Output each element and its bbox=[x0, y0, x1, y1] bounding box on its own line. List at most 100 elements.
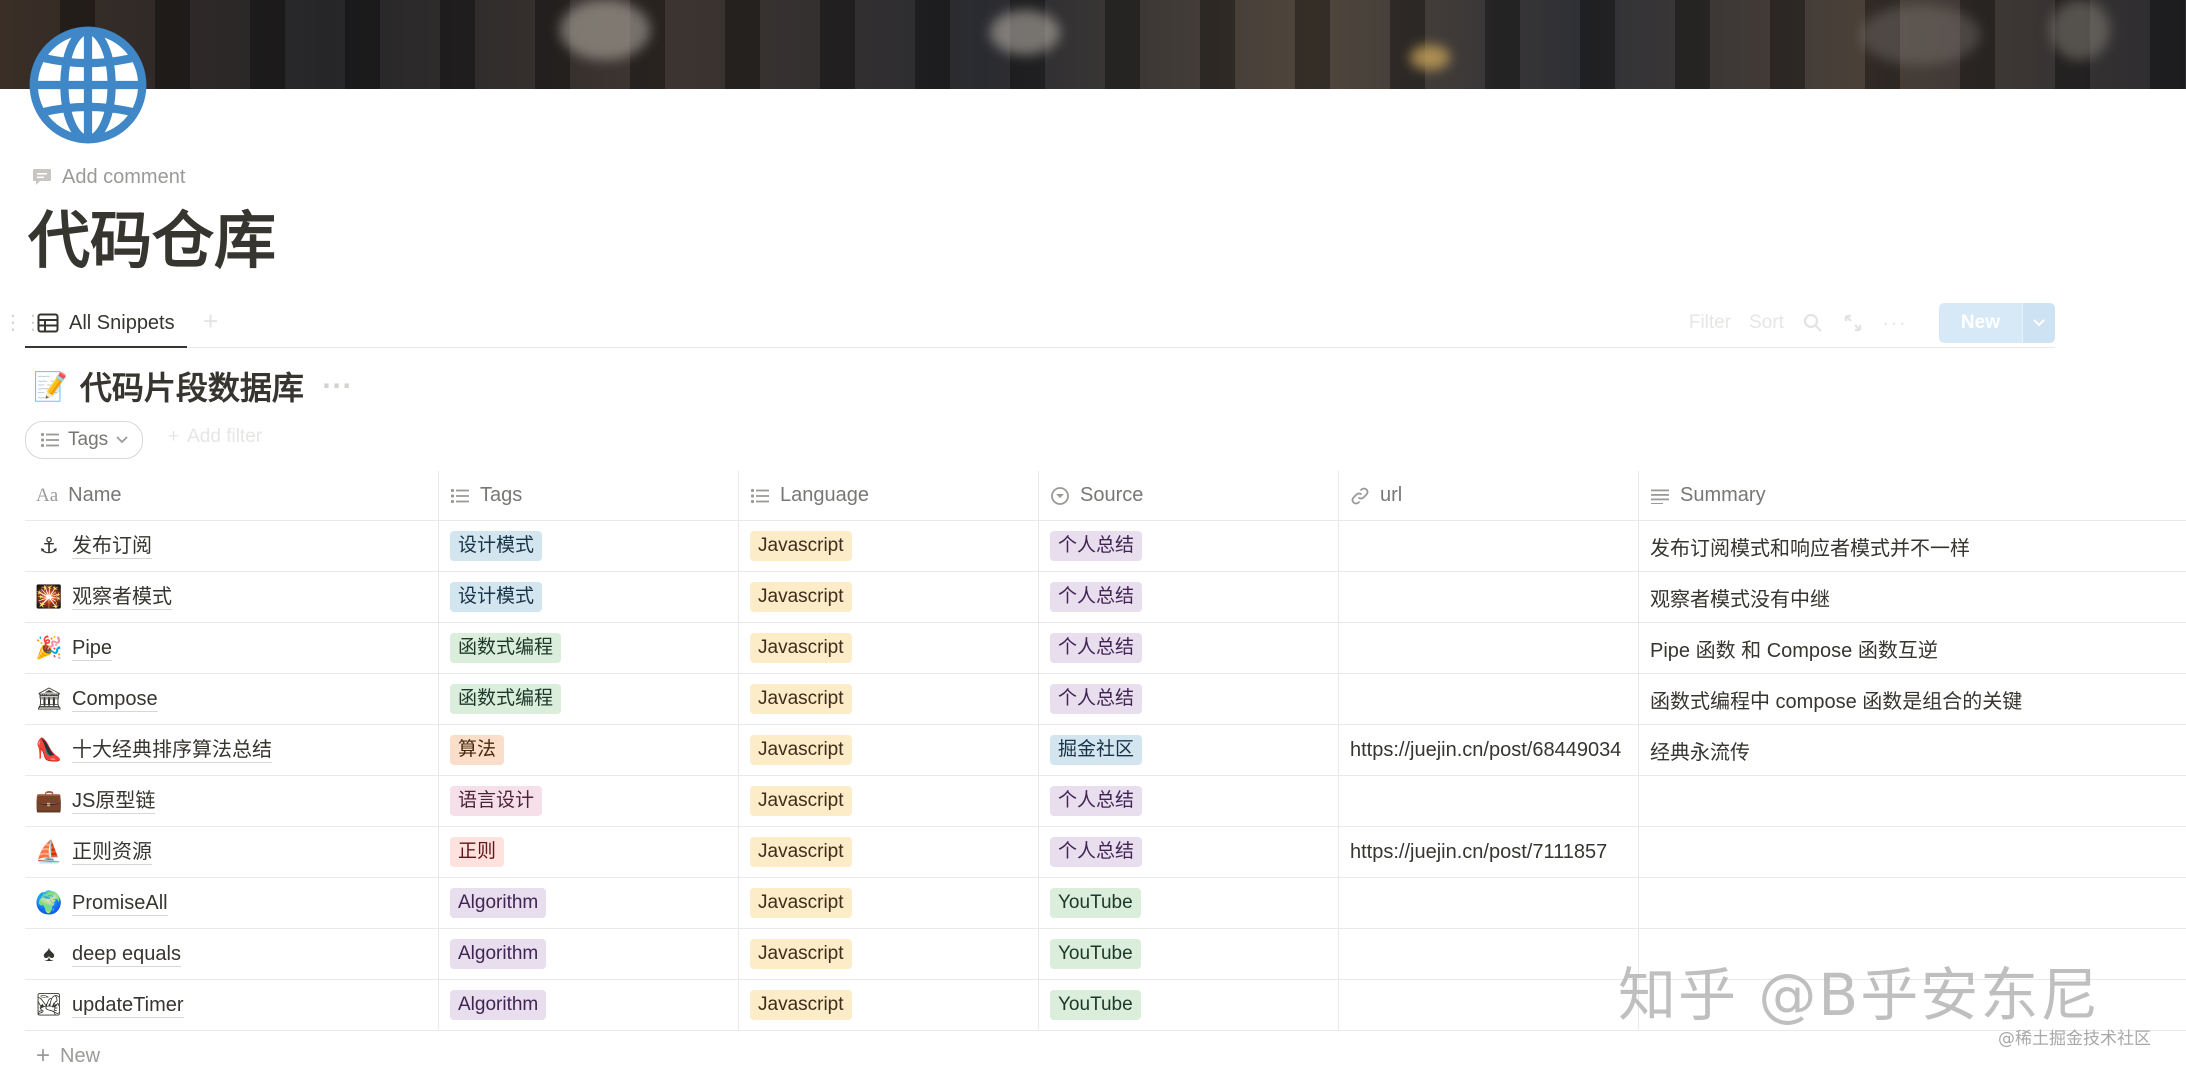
language-cell[interactable]: Javascript bbox=[739, 572, 1039, 622]
url-cell[interactable] bbox=[1339, 521, 1639, 571]
tags-filter-chip[interactable]: Tags bbox=[25, 421, 144, 459]
url-cell[interactable]: https://juejin.cn/post/68449034 bbox=[1339, 725, 1639, 775]
table-row[interactable]: 🏛 Compose 函数式编程 Javascript 个人总结 函数式编程中 compos… bbox=[25, 674, 2186, 725]
tab-all-snippets[interactable]: All Snippets bbox=[25, 300, 187, 348]
row-name[interactable]: 十大经典排序算法总结 bbox=[72, 738, 272, 763]
source-cell[interactable]: YouTube bbox=[1039, 878, 1339, 928]
url-cell[interactable] bbox=[1339, 878, 1639, 928]
database-more-icon[interactable]: ··· bbox=[322, 372, 352, 400]
add-view-button[interactable]: + bbox=[203, 306, 218, 337]
row-name[interactable]: updateTimer bbox=[72, 993, 184, 1018]
url-cell[interactable]: https://juejin.cn/post/7111857 bbox=[1339, 827, 1639, 877]
language-cell[interactable]: Javascript bbox=[739, 776, 1039, 826]
language-cell[interactable]: Javascript bbox=[739, 980, 1039, 1030]
tag-cell[interactable]: Algorithm bbox=[439, 929, 739, 979]
tag-cell[interactable]: 算法 bbox=[439, 725, 739, 775]
url-cell[interactable] bbox=[1339, 623, 1639, 673]
table-row[interactable]: 🎇 观察者模式 设计模式 Javascript 个人总结 观察者模式没有中继 bbox=[25, 572, 2186, 623]
name-cell[interactable]: ♠ deep equals bbox=[25, 929, 439, 979]
summary-cell[interactable] bbox=[1639, 827, 2186, 877]
database-title-text[interactable]: 代码片段数据库 bbox=[80, 363, 304, 409]
tag-cell[interactable]: 函数式编程 bbox=[439, 674, 739, 724]
name-cell[interactable]: 🎉 Pipe bbox=[25, 623, 439, 673]
language-cell[interactable]: Javascript bbox=[739, 623, 1039, 673]
tag-cell[interactable]: Algorithm bbox=[439, 980, 739, 1030]
url-cell[interactable] bbox=[1339, 980, 1639, 1030]
url-cell[interactable] bbox=[1339, 572, 1639, 622]
source-cell[interactable]: YouTube bbox=[1039, 929, 1339, 979]
language-cell[interactable]: Javascript bbox=[739, 827, 1039, 877]
summary-cell[interactable]: 函数式编程中 compose 函数是组合的关键 bbox=[1639, 674, 2186, 724]
url-cell[interactable] bbox=[1339, 776, 1639, 826]
add-filter-button[interactable]: + Add filter bbox=[168, 426, 262, 448]
name-cell[interactable]: 💼 JS原型链 bbox=[25, 776, 439, 826]
globe-icon[interactable] bbox=[29, 26, 147, 144]
tag-cell[interactable]: 设计模式 bbox=[439, 521, 739, 571]
name-cell[interactable]: ⛵ 正则资源 bbox=[25, 827, 439, 877]
row-name[interactable]: deep equals bbox=[72, 942, 181, 967]
search-icon[interactable] bbox=[1802, 312, 1824, 334]
source-cell[interactable]: 个人总结 bbox=[1039, 674, 1339, 724]
summary-cell[interactable]: 发布订阅模式和响应者模式并不一样 bbox=[1639, 521, 2186, 571]
name-cell[interactable]: 🏞 updateTimer bbox=[25, 980, 439, 1030]
summary-cell[interactable] bbox=[1639, 878, 2186, 928]
source-cell[interactable]: 个人总结 bbox=[1039, 623, 1339, 673]
column-header-summary[interactable]: Summary bbox=[1639, 471, 2186, 520]
summary-cell[interactable]: 经典永流传 bbox=[1639, 725, 2186, 775]
row-name[interactable]: 发布订阅 bbox=[72, 534, 152, 559]
language-cell[interactable]: Javascript bbox=[739, 929, 1039, 979]
tag-cell[interactable]: Algorithm bbox=[439, 878, 739, 928]
expand-icon[interactable] bbox=[1842, 312, 1864, 334]
filter-button[interactable]: Filter bbox=[1689, 312, 1731, 334]
table-row[interactable]: 🌍 PromiseAll Algorithm Javascript YouTube bbox=[25, 878, 2186, 929]
summary-cell[interactable] bbox=[1639, 776, 2186, 826]
row-name[interactable]: 观察者模式 bbox=[72, 585, 172, 610]
row-name[interactable]: Compose bbox=[72, 687, 158, 712]
name-cell[interactable]: 🌍 PromiseAll bbox=[25, 878, 439, 928]
name-cell[interactable]: 👠 十大经典排序算法总结 bbox=[25, 725, 439, 775]
summary-cell[interactable]: Pipe 函数 和 Compose 函数互逆 bbox=[1639, 623, 2186, 673]
source-cell[interactable]: 个人总结 bbox=[1039, 827, 1339, 877]
table-row[interactable]: ⛵ 正则资源 正则 Javascript 个人总结 https://juejin.cn/p… bbox=[25, 827, 2186, 878]
table-row[interactable]: 💼 JS原型链 语言设计 Javascript 个人总结 bbox=[25, 776, 2186, 827]
row-name[interactable]: 正则资源 bbox=[72, 840, 152, 865]
chevron-down-icon[interactable] bbox=[2022, 303, 2055, 343]
column-header-source[interactable]: Source bbox=[1039, 471, 1339, 520]
row-name[interactable]: Pipe bbox=[72, 636, 113, 661]
source-cell[interactable]: YouTube bbox=[1039, 980, 1339, 1030]
sort-button[interactable]: Sort bbox=[1749, 312, 1784, 334]
tag-cell[interactable]: 设计模式 bbox=[439, 572, 739, 622]
column-header-language[interactable]: Language bbox=[739, 471, 1039, 520]
url-link[interactable]: https://juejin.cn/post/68449034 bbox=[1350, 739, 1621, 762]
add-new-row-button[interactable]: + New bbox=[36, 1042, 100, 1070]
url-cell[interactable] bbox=[1339, 929, 1639, 979]
name-cell[interactable]: 🏛 Compose bbox=[25, 674, 439, 724]
more-options-icon[interactable]: ··· bbox=[1882, 310, 1907, 336]
language-cell[interactable]: Javascript bbox=[739, 878, 1039, 928]
url-cell[interactable] bbox=[1339, 674, 1639, 724]
source-cell[interactable]: 个人总结 bbox=[1039, 521, 1339, 571]
name-cell[interactable]: ⚓ 发布订阅 bbox=[25, 521, 439, 571]
table-row[interactable]: 👠 十大经典排序算法总结 算法 Javascript 掘金社区 https://jueji… bbox=[25, 725, 2186, 776]
tag-cell[interactable]: 函数式编程 bbox=[439, 623, 739, 673]
language-cell[interactable]: Javascript bbox=[739, 521, 1039, 571]
table-row[interactable]: ⚓ 发布订阅 设计模式 Javascript 个人总结 发布订阅模式和响应者模式并不一样 bbox=[25, 521, 2186, 572]
table-row[interactable]: 🎉 Pipe 函数式编程 Javascript 个人总结 Pipe 函数 和 Compos… bbox=[25, 623, 2186, 674]
column-header-tags[interactable]: Tags bbox=[439, 471, 739, 520]
row-name[interactable]: JS原型链 bbox=[72, 789, 156, 814]
source-cell[interactable]: 个人总结 bbox=[1039, 776, 1339, 826]
new-record-button[interactable]: New bbox=[1938, 303, 2055, 343]
tag-cell[interactable]: 语言设计 bbox=[439, 776, 739, 826]
column-header-name[interactable]: Aa Name bbox=[25, 471, 439, 520]
page-title[interactable]: 代码仓库 bbox=[28, 196, 276, 286]
url-link[interactable]: https://juejin.cn/post/7111857 bbox=[1350, 841, 1607, 864]
source-cell[interactable]: 个人总结 bbox=[1039, 572, 1339, 622]
language-cell[interactable]: Javascript bbox=[739, 674, 1039, 724]
source-cell[interactable]: 掘金社区 bbox=[1039, 725, 1339, 775]
name-cell[interactable]: 🎇 观察者模式 bbox=[25, 572, 439, 622]
summary-cell[interactable]: 观察者模式没有中继 bbox=[1639, 572, 2186, 622]
column-header-url[interactable]: url bbox=[1339, 471, 1639, 520]
tag-cell[interactable]: 正则 bbox=[439, 827, 739, 877]
language-cell[interactable]: Javascript bbox=[739, 725, 1039, 775]
row-name[interactable]: PromiseAll bbox=[72, 891, 168, 916]
